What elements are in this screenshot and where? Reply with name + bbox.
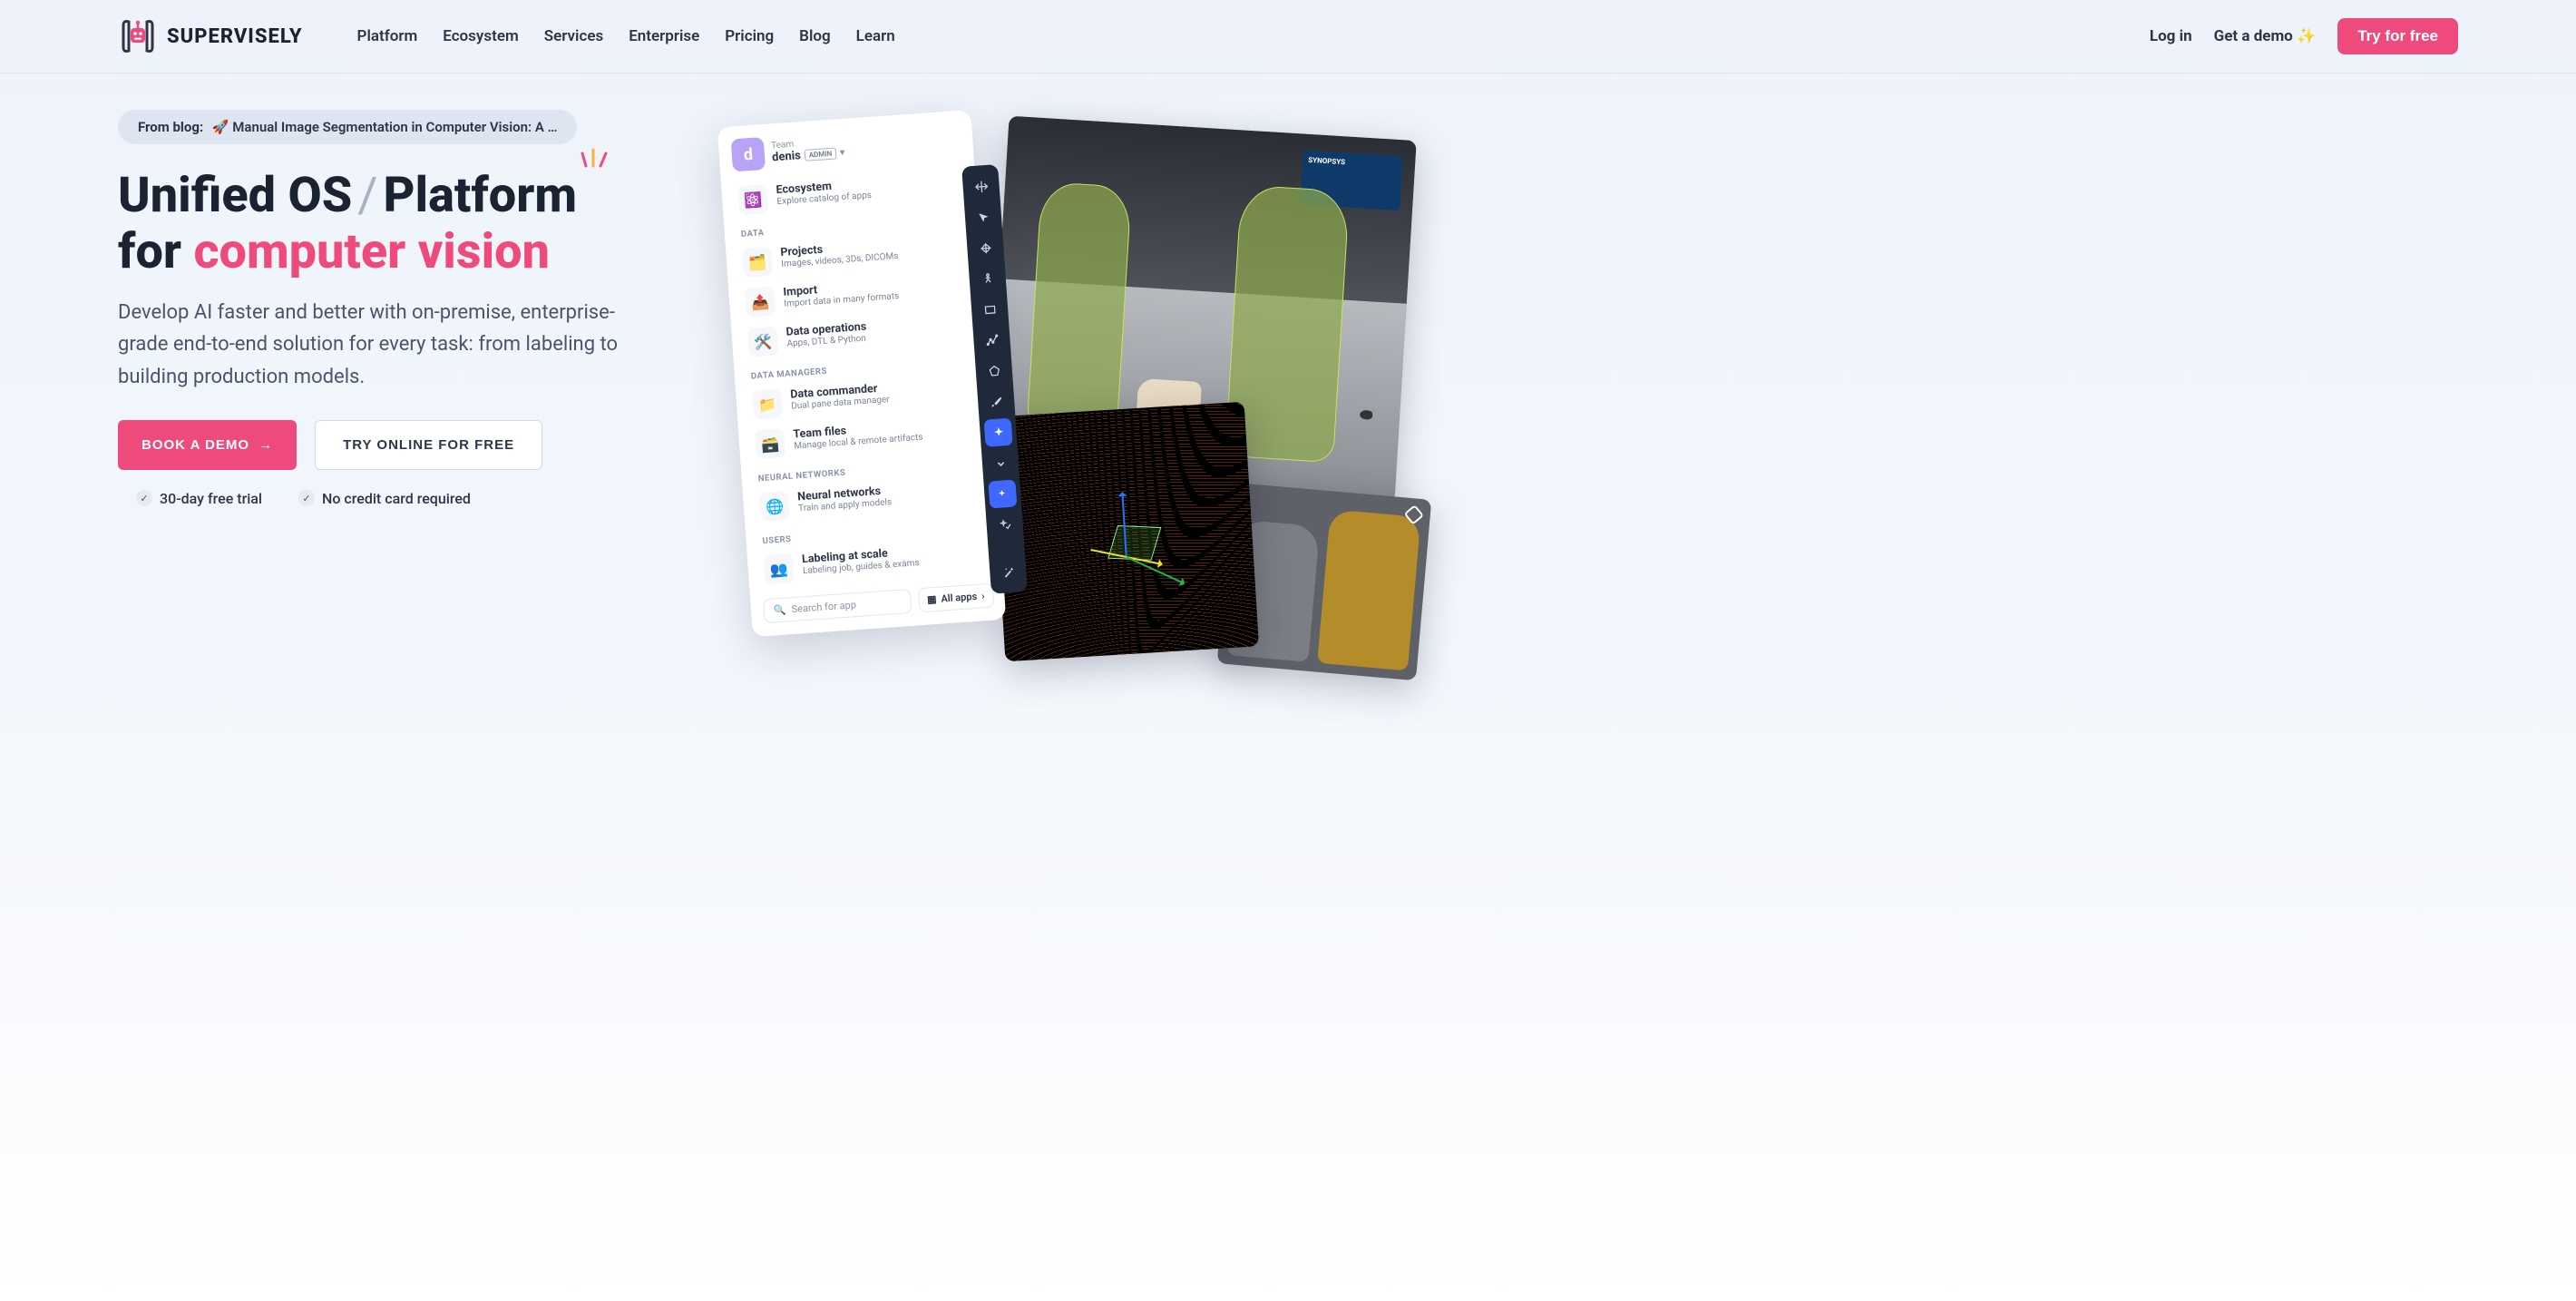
logo-icon	[118, 16, 158, 56]
hero-content: From blog: 🚀 Manual Image Segmentation i…	[118, 101, 680, 699]
hero-title: Unified OS/Platform for computer vision	[118, 168, 680, 280]
user-header[interactable]: d Team denis ADMIN ▾	[731, 123, 963, 172]
main-nav: Platform Ecosystem Services Enterprise P…	[357, 27, 895, 45]
check-icon: ✓	[298, 490, 315, 506]
nav-services[interactable]: Services	[544, 27, 603, 45]
hero-subtitle: Develop AI faster and better with on-pre…	[118, 297, 644, 393]
polyline-tool-icon[interactable]	[978, 326, 1007, 355]
admin-badge: ADMIN	[804, 147, 836, 161]
search-input[interactable]: 🔍 Search for app	[763, 589, 912, 623]
pan-tool-icon[interactable]	[971, 233, 1000, 262]
team-files-icon: 🗃️	[755, 428, 785, 459]
avatar: d	[731, 137, 766, 171]
segmentation-mask-person	[1027, 181, 1132, 432]
brush-tool-icon[interactable]	[981, 387, 1010, 416]
check-trial: ✓ 30-day free trial	[136, 490, 262, 507]
title-part-3: for	[118, 223, 193, 280]
try-free-button[interactable]: Try for free	[2337, 18, 2458, 54]
rectangle-tool-icon[interactable]	[975, 295, 1004, 324]
nav-ecosystem[interactable]: Ecosystem	[443, 27, 518, 45]
chevron-down-icon[interactable]	[986, 449, 1015, 478]
atom-icon: ⚛️	[737, 184, 768, 215]
check-no-card: ✓ No credit card required	[298, 490, 471, 507]
globe-icon: 🌐	[759, 491, 790, 522]
all-apps-label: All apps	[941, 591, 978, 605]
skeleton-tool-icon[interactable]	[973, 264, 1002, 293]
nav-enterprise[interactable]: Enterprise	[629, 27, 699, 45]
title-part-1: Unified OS	[118, 167, 352, 224]
check-no-card-label: No credit card required	[322, 490, 471, 507]
title-part-2: Platform	[384, 167, 577, 224]
chevron-right-icon: ›	[981, 590, 985, 602]
tools-icon: 🛠️	[747, 327, 778, 357]
title-slash: /	[352, 167, 383, 224]
user-meta: Team denis ADMIN ▾	[771, 136, 845, 165]
brand-logo[interactable]: SUPERVISELY	[118, 16, 303, 56]
check-trial-label: 30-day free trial	[160, 490, 262, 507]
nav-platform[interactable]: Platform	[357, 27, 418, 45]
pointer-tool-icon[interactable]	[969, 202, 998, 231]
header-actions: Log in Get a demo ✨ Try for free	[2150, 18, 2458, 54]
blog-headline: 🚀 Manual Image Segmentation in Computer …	[212, 119, 558, 135]
user-name: denis	[772, 149, 802, 164]
projects-icon: 🗂️	[742, 247, 773, 278]
import-icon: 📤	[745, 287, 776, 318]
title-part-4: computer vision	[193, 223, 550, 280]
blog-prefix: From blog:	[138, 119, 203, 135]
chevron-down-icon: ▾	[840, 148, 845, 158]
commander-icon: 📁	[752, 388, 783, 419]
check-icon: ✓	[136, 490, 152, 506]
users-icon: 👥	[764, 553, 795, 584]
move-tool-icon[interactable]	[967, 171, 996, 201]
ai-check-tool-icon[interactable]	[990, 510, 1020, 539]
ai-add-tool-icon[interactable]	[988, 480, 1017, 509]
get-demo-link[interactable]: Get a demo ✨	[2214, 27, 2317, 45]
book-demo-label: BOOK A DEMO	[141, 437, 249, 453]
try-online-button[interactable]: TRY ONLINE FOR FREE	[315, 420, 542, 470]
preview-lidar-pointcloud	[990, 402, 1259, 662]
hero-checks: ✓ 30-day free trial ✓ No credit card req…	[118, 490, 680, 507]
blog-tag-pill[interactable]: From blog: 🚀 Manual Image Segmentation i…	[118, 110, 577, 144]
spark-icon	[581, 146, 611, 170]
grid-icon: ▦	[927, 593, 937, 606]
hero-cta-row: BOOK A DEMO → TRY ONLINE FOR FREE	[118, 420, 680, 470]
hero-illustration: d Team denis ADMIN ▾ ⚛️ EcosystemExplore…	[717, 101, 2576, 699]
nav-learn[interactable]: Learn	[856, 27, 895, 45]
search-icon: 🔍	[774, 604, 787, 617]
pigeon-shape	[1360, 410, 1373, 420]
site-header: SUPERVISELY Platform Ecosystem Services …	[0, 0, 2576, 73]
all-apps-button[interactable]: ▦ All apps ›	[917, 583, 994, 613]
arrow-right-icon: →	[259, 437, 273, 453]
book-demo-button[interactable]: BOOK A DEMO →	[118, 420, 297, 470]
brand-name: SUPERVISELY	[167, 25, 303, 48]
magic-wand-icon[interactable]	[993, 557, 1022, 586]
login-link[interactable]: Log in	[2150, 27, 2192, 45]
spacer	[992, 541, 1020, 555]
panel-footer: 🔍 Search for app ▦ All apps ›	[763, 583, 994, 624]
polygon-tool-icon[interactable]	[980, 357, 1009, 386]
smart-tool-icon[interactable]	[984, 418, 1013, 447]
hero-section: From blog: 🚀 Manual Image Segmentation i…	[0, 73, 2576, 699]
nav-blog[interactable]: Blog	[799, 27, 831, 45]
search-placeholder: Search for app	[791, 599, 856, 615]
nav-pricing[interactable]: Pricing	[725, 27, 774, 45]
